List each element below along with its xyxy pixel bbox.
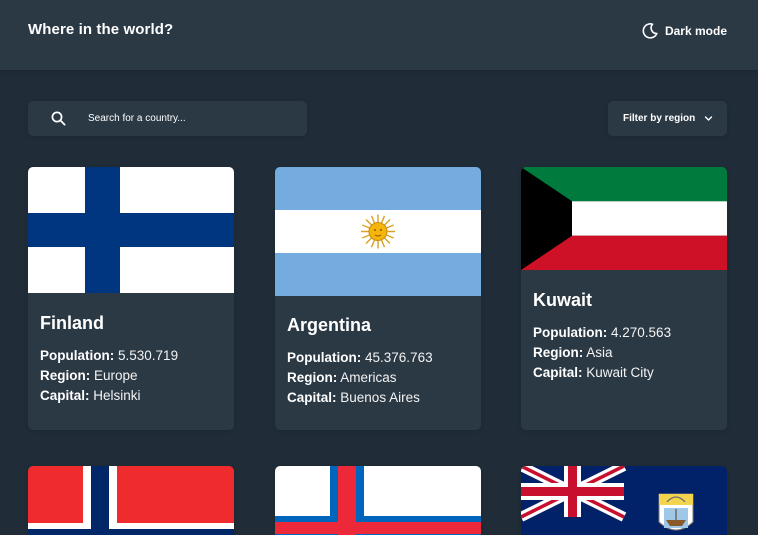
- population-row: Population: 45.376.763: [287, 348, 469, 368]
- region-value: Europe: [94, 368, 138, 383]
- population-value: 4.270.563: [611, 325, 672, 340]
- capital-value: Kuwait City: [586, 365, 654, 380]
- saint-helena-flag: [521, 466, 727, 535]
- region-label: Region:: [287, 370, 338, 385]
- capital-row: Capital: Helsinki: [40, 386, 222, 406]
- country-card-partial-1[interactable]: [28, 466, 234, 535]
- region-filter-dropdown[interactable]: Filter by region: [608, 101, 727, 136]
- population-row: Population: 5.530.719: [40, 346, 222, 366]
- moon-icon: [642, 23, 658, 39]
- norway-flag: [28, 466, 234, 535]
- region-value: Americas: [340, 370, 397, 385]
- country-card-partial-3[interactable]: [521, 466, 727, 535]
- chevron-down-icon: [704, 116, 713, 121]
- country-card-partial-2[interactable]: [275, 466, 481, 535]
- finland-flag: [28, 167, 234, 293]
- country-name: Argentina: [287, 315, 372, 335]
- population-value: 45.376.763: [365, 350, 433, 365]
- region-row: Region: Asia: [533, 343, 715, 363]
- capital-row: Capital: Buenos Aires: [287, 388, 469, 408]
- app-title: Where in the world?: [28, 21, 174, 38]
- population-row: Population: 4.270.563: [533, 323, 715, 343]
- dark-mode-toggle[interactable]: Dark mode: [642, 22, 727, 40]
- search-bar: [28, 101, 307, 136]
- region-row: Region: Americas: [287, 368, 469, 388]
- region-row: Region: Europe: [40, 366, 222, 386]
- search-icon[interactable]: [51, 111, 66, 126]
- country-card-kuwait[interactable]: Kuwait Population: 4.270.563 Region: Asi…: [521, 167, 727, 430]
- population-value: 5.530.719: [118, 348, 179, 363]
- capital-value: Buenos Aires: [340, 390, 420, 405]
- population-label: Population:: [533, 325, 608, 340]
- capital-value: Helsinki: [93, 388, 141, 403]
- dark-mode-label: Dark mode: [664, 24, 727, 38]
- country-name: Kuwait: [533, 290, 593, 310]
- country-card-argentina[interactable]: Argentina Population: 45.376.763 Region:…: [275, 167, 481, 430]
- kuwait-flag: [521, 167, 727, 270]
- argentina-flag: [275, 167, 481, 296]
- population-label: Population:: [287, 350, 362, 365]
- region-label: Region:: [533, 345, 584, 360]
- region-value: Asia: [586, 345, 613, 360]
- search-input[interactable]: [88, 101, 298, 136]
- capital-label: Capital:: [40, 388, 90, 403]
- capital-row: Capital: Kuwait City: [533, 363, 715, 383]
- faroe-islands-flag: [275, 466, 481, 535]
- capital-label: Capital:: [533, 365, 583, 380]
- population-label: Population:: [40, 348, 115, 363]
- region-label: Region:: [40, 368, 91, 383]
- country-name: Finland: [40, 313, 104, 333]
- country-card-finland[interactable]: Finland Population: 5.530.719 Region: Eu…: [28, 167, 234, 430]
- capital-label: Capital:: [287, 390, 337, 405]
- app-header: Where in the world? Dark mode: [0, 0, 758, 70]
- region-filter-label: Filter by region: [623, 113, 696, 124]
